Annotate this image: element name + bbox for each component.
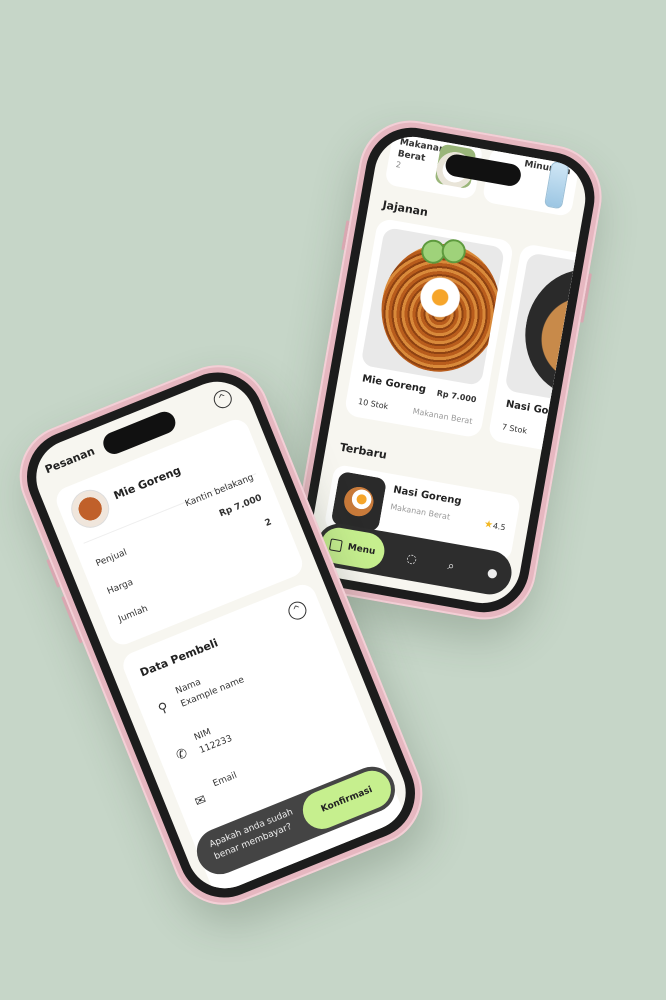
bag-icon[interactable]: ◌	[402, 549, 421, 568]
person-icon: ⚲	[156, 699, 171, 718]
food-stock: 7 Stok	[501, 422, 528, 436]
latest-item-category: Makanan Berat	[389, 502, 451, 522]
phone-icon: ✆	[174, 745, 190, 764]
page-title: Pesanan	[43, 444, 97, 477]
row-label: Penjual	[94, 547, 129, 570]
row-label: Jumlah	[117, 603, 150, 625]
menu-icon	[328, 538, 343, 553]
row-value: Rp 7.000	[217, 493, 264, 520]
section-title-latest: Terbaru	[338, 440, 388, 462]
rating-value: 4.5	[492, 521, 507, 533]
mail-icon: ✉	[192, 792, 209, 811]
food-stock: 10 Stok	[357, 397, 389, 412]
food-image	[360, 226, 506, 387]
phone-menu-device: Makanan Berat 2 Minuman Jajanan Mie Gore…	[285, 112, 610, 628]
food-price: Rp 7.000	[436, 388, 478, 405]
latest-item-rating: ★4.5	[483, 519, 506, 534]
search-icon[interactable]: ⌕	[442, 556, 461, 575]
chevron-up-icon[interactable]: ^	[211, 387, 235, 411]
food-name: Mie Goreng	[361, 373, 427, 396]
order-item-name: Mie Goreng	[111, 463, 183, 503]
profile-icon[interactable]: ●	[483, 564, 502, 583]
order-item-image	[65, 484, 115, 534]
row-label: Harga	[105, 577, 135, 597]
food-card-mie-goreng[interactable]: Mie Goreng Rp 7.000 10 Stok Makanan Bera…	[343, 217, 515, 439]
field-label: Email	[211, 770, 239, 790]
food-category: Makanan Berat	[412, 406, 474, 427]
food-image	[504, 252, 592, 412]
chevron-up-icon[interactable]: ^	[285, 598, 310, 623]
field-label: NIM	[192, 727, 213, 743]
nav-menu-label: Menu	[346, 542, 377, 558]
menu-screen: Makanan Berat 2 Minuman Jajanan Mie Gore…	[303, 130, 592, 610]
section-title-snacks: Jajanan	[381, 198, 429, 220]
food-name: Nasi Goreng	[504, 398, 575, 422]
fried-rice-plate-image	[515, 259, 592, 407]
